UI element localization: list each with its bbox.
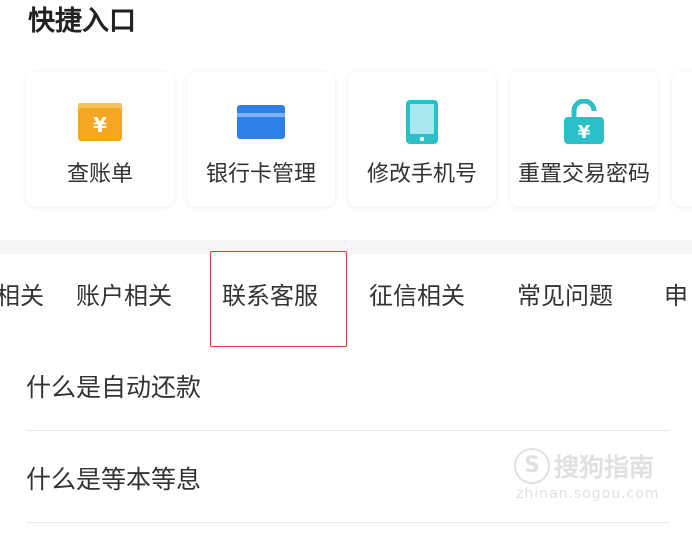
watermark-domain: zhinan.sogou.com (516, 486, 660, 502)
quick-entry-row: ¥ 查账单 银行卡管理 修改手机号 ¥ 重置交易密码 (0, 72, 692, 210)
help-page: 快捷入口 ¥ 查账单 银行卡管理 修改手机号 ¥ 重置交易密码 相关 账户相关 … (0, 0, 692, 535)
watermark-brand: 搜狗指南 (554, 453, 655, 482)
bill-icon: ¥ (26, 100, 174, 144)
quick-entry-phone[interactable]: 修改手机号 (348, 72, 496, 206)
bank-card-icon (187, 100, 335, 144)
sogou-logo-icon: S (514, 448, 550, 484)
quick-entry-label: 银行卡管理 (205, 162, 316, 187)
quick-entry-label: 查账单 (66, 162, 133, 187)
tab-highlight-box (210, 251, 347, 347)
tab-account[interactable]: 账户相关 (76, 276, 172, 316)
quick-entry-label: 修改手机号 (366, 162, 477, 187)
lock-icon: ¥ (510, 99, 658, 144)
tab-related[interactable]: 相关 (0, 276, 44, 316)
quick-entry-bill[interactable]: ¥ 查账单 (26, 72, 174, 206)
watermark: S 搜狗指南 zhinan.sogou.com (514, 446, 684, 506)
list-item[interactable]: 什么是自动还款 (26, 340, 670, 431)
quick-entry-label: 重置交易密码 (517, 162, 650, 187)
svg-text:¥: ¥ (93, 113, 107, 137)
list-item-label: 什么是自动还款 (26, 373, 202, 402)
svg-text:¥: ¥ (578, 122, 591, 143)
quick-entry-title: 快捷入口 (28, 6, 136, 37)
tab-common-questions[interactable]: 常见问题 (517, 276, 613, 316)
phone-icon (348, 100, 496, 144)
quick-entry-more-partial[interactable] (672, 72, 692, 206)
quick-entry-reset-password[interactable]: ¥ 重置交易密码 (510, 72, 658, 206)
tab-credit[interactable]: 征信相关 (369, 276, 465, 316)
list-item-label: 什么是等本等息 (26, 465, 202, 494)
tab-partial[interactable]: 申 (664, 276, 688, 316)
quick-entry-bank-card[interactable]: 银行卡管理 (187, 72, 335, 206)
